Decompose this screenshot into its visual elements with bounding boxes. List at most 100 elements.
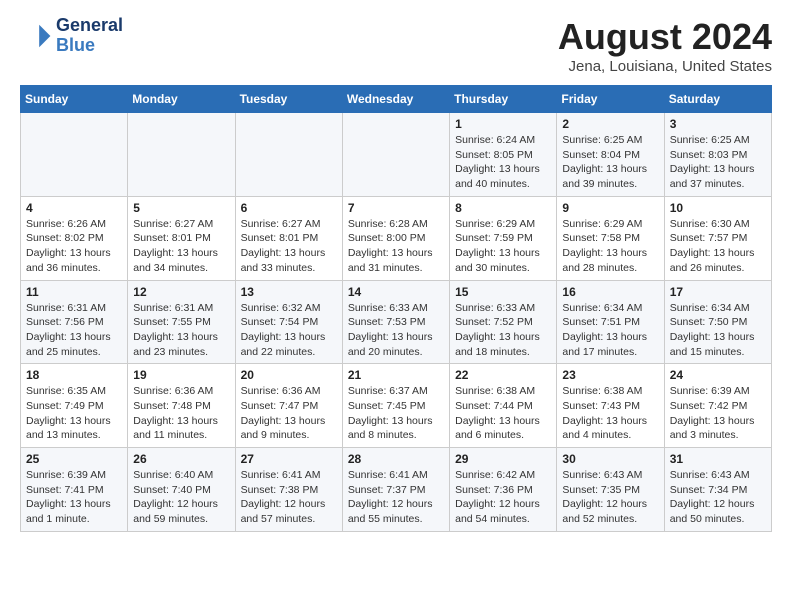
day-header-sunday: Sunday bbox=[21, 86, 128, 113]
logo-text: General Blue bbox=[56, 16, 123, 56]
day-number: 5 bbox=[133, 201, 229, 215]
calendar-cell: 28 Sunrise: 6:41 AM Sunset: 7:37 PM Dayli… bbox=[342, 448, 449, 532]
day-number: 16 bbox=[562, 285, 658, 299]
calendar-cell: 1 Sunrise: 6:24 AM Sunset: 8:05 PM Daylig… bbox=[450, 113, 557, 197]
calendar-cell: 10 Sunrise: 6:30 AM Sunset: 7:57 PM Dayli… bbox=[664, 196, 771, 280]
calendar-table: SundayMondayTuesdayWednesdayThursdayFrid… bbox=[20, 85, 772, 532]
day-number: 7 bbox=[348, 201, 444, 215]
day-header-friday: Friday bbox=[557, 86, 664, 113]
day-number: 9 bbox=[562, 201, 658, 215]
day-info: Sunrise: 6:30 AM Sunset: 7:57 PM Dayligh… bbox=[670, 217, 766, 276]
calendar-cell: 14Sunrise: 6:33 AM Sunset: 7:53 PM Dayli… bbox=[342, 280, 449, 364]
calendar-cell: 30Sunrise: 6:43 AM Sunset: 7:35 PM Dayli… bbox=[557, 448, 664, 532]
day-info: Sunrise: 6:27 AM Sunset: 8:01 PM Dayligh… bbox=[133, 217, 229, 276]
day-number: 28 bbox=[348, 452, 444, 466]
day-info: Sunrise: 6:34 AM Sunset: 7:51 PM Dayligh… bbox=[562, 301, 658, 360]
calendar-cell: 11 Sunrise: 6:31 AM Sunset: 7:56 PM Dayli… bbox=[21, 280, 128, 364]
day-info: Sunrise: 6:28 AM Sunset: 8:00 PM Dayligh… bbox=[348, 217, 444, 276]
day-number: 29 bbox=[455, 452, 551, 466]
calendar-cell bbox=[128, 113, 235, 197]
calendar-cell bbox=[21, 113, 128, 197]
day-info: Sunrise: 6:27 AM Sunset: 8:01 PM Dayligh… bbox=[241, 217, 337, 276]
day-number: 15 bbox=[455, 285, 551, 299]
day-number: 17 bbox=[670, 285, 766, 299]
calendar-cell: 9 Sunrise: 6:29 AM Sunset: 7:58 PM Daylig… bbox=[557, 196, 664, 280]
day-header-wednesday: Wednesday bbox=[342, 86, 449, 113]
calendar-cell: 22 Sunrise: 6:38 AM Sunset: 7:44 PM Dayli… bbox=[450, 364, 557, 448]
day-header-monday: Monday bbox=[128, 86, 235, 113]
calendar-week-row: 4Sunrise: 6:26 AM Sunset: 8:02 PM Daylig… bbox=[21, 196, 772, 280]
day-number: 31 bbox=[670, 452, 766, 466]
calendar-cell: 27Sunrise: 6:41 AM Sunset: 7:38 PM Dayli… bbox=[235, 448, 342, 532]
day-number: 8 bbox=[455, 201, 551, 215]
day-number: 4 bbox=[26, 201, 122, 215]
calendar-cell: 19 Sunrise: 6:36 AM Sunset: 7:48 PM Dayli… bbox=[128, 364, 235, 448]
day-number: 23 bbox=[562, 368, 658, 382]
day-info: Sunrise: 6:36 AM Sunset: 7:47 PM Dayligh… bbox=[241, 384, 337, 443]
calendar-cell: 25Sunrise: 6:39 AM Sunset: 7:41 PM Dayli… bbox=[21, 448, 128, 532]
calendar-cell: 16 Sunrise: 6:34 AM Sunset: 7:51 PM Dayli… bbox=[557, 280, 664, 364]
calendar-cell: 13 Sunrise: 6:32 AM Sunset: 7:54 PM Dayli… bbox=[235, 280, 342, 364]
page-subtitle: Jena, Louisiana, United States bbox=[558, 58, 772, 75]
day-info: Sunrise: 6:36 AM Sunset: 7:48 PM Dayligh… bbox=[133, 384, 229, 443]
day-header-tuesday: Tuesday bbox=[235, 86, 342, 113]
day-info: Sunrise: 6:33 AM Sunset: 7:52 PM Dayligh… bbox=[455, 301, 551, 360]
day-info: Sunrise: 6:37 AM Sunset: 7:45 PM Dayligh… bbox=[348, 384, 444, 443]
calendar-cell: 6Sunrise: 6:27 AM Sunset: 8:01 PM Daylig… bbox=[235, 196, 342, 280]
day-info: Sunrise: 6:31 AM Sunset: 7:55 PM Dayligh… bbox=[133, 301, 229, 360]
day-info: Sunrise: 6:25 AM Sunset: 8:04 PM Dayligh… bbox=[562, 133, 658, 192]
day-header-thursday: Thursday bbox=[450, 86, 557, 113]
day-info: Sunrise: 6:41 AM Sunset: 7:37 PM Dayligh… bbox=[348, 468, 444, 527]
day-info: Sunrise: 6:31 AM Sunset: 7:56 PM Dayligh… bbox=[26, 301, 122, 360]
day-number: 11 bbox=[26, 285, 122, 299]
calendar-week-row: 18Sunrise: 6:35 AM Sunset: 7:49 PM Dayli… bbox=[21, 364, 772, 448]
day-info: Sunrise: 6:39 AM Sunset: 7:41 PM Dayligh… bbox=[26, 468, 122, 527]
page-header: General Blue August 2024 Jena, Louisiana… bbox=[20, 16, 772, 75]
calendar-cell: 7 Sunrise: 6:28 AM Sunset: 8:00 PM Daylig… bbox=[342, 196, 449, 280]
day-number: 1 bbox=[455, 117, 551, 131]
day-number: 20 bbox=[241, 368, 337, 382]
day-number: 26 bbox=[133, 452, 229, 466]
day-number: 2 bbox=[562, 117, 658, 131]
calendar-cell bbox=[342, 113, 449, 197]
day-info: Sunrise: 6:32 AM Sunset: 7:54 PM Dayligh… bbox=[241, 301, 337, 360]
calendar-cell: 18Sunrise: 6:35 AM Sunset: 7:49 PM Dayli… bbox=[21, 364, 128, 448]
title-block: August 2024 Jena, Louisiana, United Stat… bbox=[558, 16, 772, 75]
calendar-cell: 3 Sunrise: 6:25 AM Sunset: 8:03 PM Daylig… bbox=[664, 113, 771, 197]
day-number: 18 bbox=[26, 368, 122, 382]
calendar-cell: 23 Sunrise: 6:38 AM Sunset: 7:43 PM Dayli… bbox=[557, 364, 664, 448]
day-info: Sunrise: 6:41 AM Sunset: 7:38 PM Dayligh… bbox=[241, 468, 337, 527]
logo-icon bbox=[20, 20, 52, 52]
calendar-cell: 5 Sunrise: 6:27 AM Sunset: 8:01 PM Daylig… bbox=[128, 196, 235, 280]
day-info: Sunrise: 6:40 AM Sunset: 7:40 PM Dayligh… bbox=[133, 468, 229, 527]
day-header-saturday: Saturday bbox=[664, 86, 771, 113]
calendar-cell: 15 Sunrise: 6:33 AM Sunset: 7:52 PM Dayli… bbox=[450, 280, 557, 364]
calendar-header-row: SundayMondayTuesdayWednesdayThursdayFrid… bbox=[21, 86, 772, 113]
day-info: Sunrise: 6:42 AM Sunset: 7:36 PM Dayligh… bbox=[455, 468, 551, 527]
calendar-cell: 8Sunrise: 6:29 AM Sunset: 7:59 PM Daylig… bbox=[450, 196, 557, 280]
day-number: 13 bbox=[241, 285, 337, 299]
day-info: Sunrise: 6:38 AM Sunset: 7:44 PM Dayligh… bbox=[455, 384, 551, 443]
day-number: 24 bbox=[670, 368, 766, 382]
calendar-cell: 31 Sunrise: 6:43 AM Sunset: 7:34 PM Dayli… bbox=[664, 448, 771, 532]
day-info: Sunrise: 6:24 AM Sunset: 8:05 PM Dayligh… bbox=[455, 133, 551, 192]
day-number: 12 bbox=[133, 285, 229, 299]
day-info: Sunrise: 6:34 AM Sunset: 7:50 PM Dayligh… bbox=[670, 301, 766, 360]
day-info: Sunrise: 6:38 AM Sunset: 7:43 PM Dayligh… bbox=[562, 384, 658, 443]
calendar-week-row: 25Sunrise: 6:39 AM Sunset: 7:41 PM Dayli… bbox=[21, 448, 772, 532]
day-number: 10 bbox=[670, 201, 766, 215]
day-info: Sunrise: 6:43 AM Sunset: 7:35 PM Dayligh… bbox=[562, 468, 658, 527]
calendar-cell: 2 Sunrise: 6:25 AM Sunset: 8:04 PM Daylig… bbox=[557, 113, 664, 197]
day-number: 19 bbox=[133, 368, 229, 382]
day-info: Sunrise: 6:29 AM Sunset: 7:58 PM Dayligh… bbox=[562, 217, 658, 276]
calendar-cell: 29 Sunrise: 6:42 AM Sunset: 7:36 PM Dayli… bbox=[450, 448, 557, 532]
day-info: Sunrise: 6:25 AM Sunset: 8:03 PM Dayligh… bbox=[670, 133, 766, 192]
day-info: Sunrise: 6:43 AM Sunset: 7:34 PM Dayligh… bbox=[670, 468, 766, 527]
day-number: 22 bbox=[455, 368, 551, 382]
calendar-week-row: 1 Sunrise: 6:24 AM Sunset: 8:05 PM Daylig… bbox=[21, 113, 772, 197]
day-info: Sunrise: 6:39 AM Sunset: 7:42 PM Dayligh… bbox=[670, 384, 766, 443]
day-number: 21 bbox=[348, 368, 444, 382]
logo: General Blue bbox=[20, 16, 123, 56]
day-number: 3 bbox=[670, 117, 766, 131]
day-info: Sunrise: 6:33 AM Sunset: 7:53 PM Dayligh… bbox=[348, 301, 444, 360]
